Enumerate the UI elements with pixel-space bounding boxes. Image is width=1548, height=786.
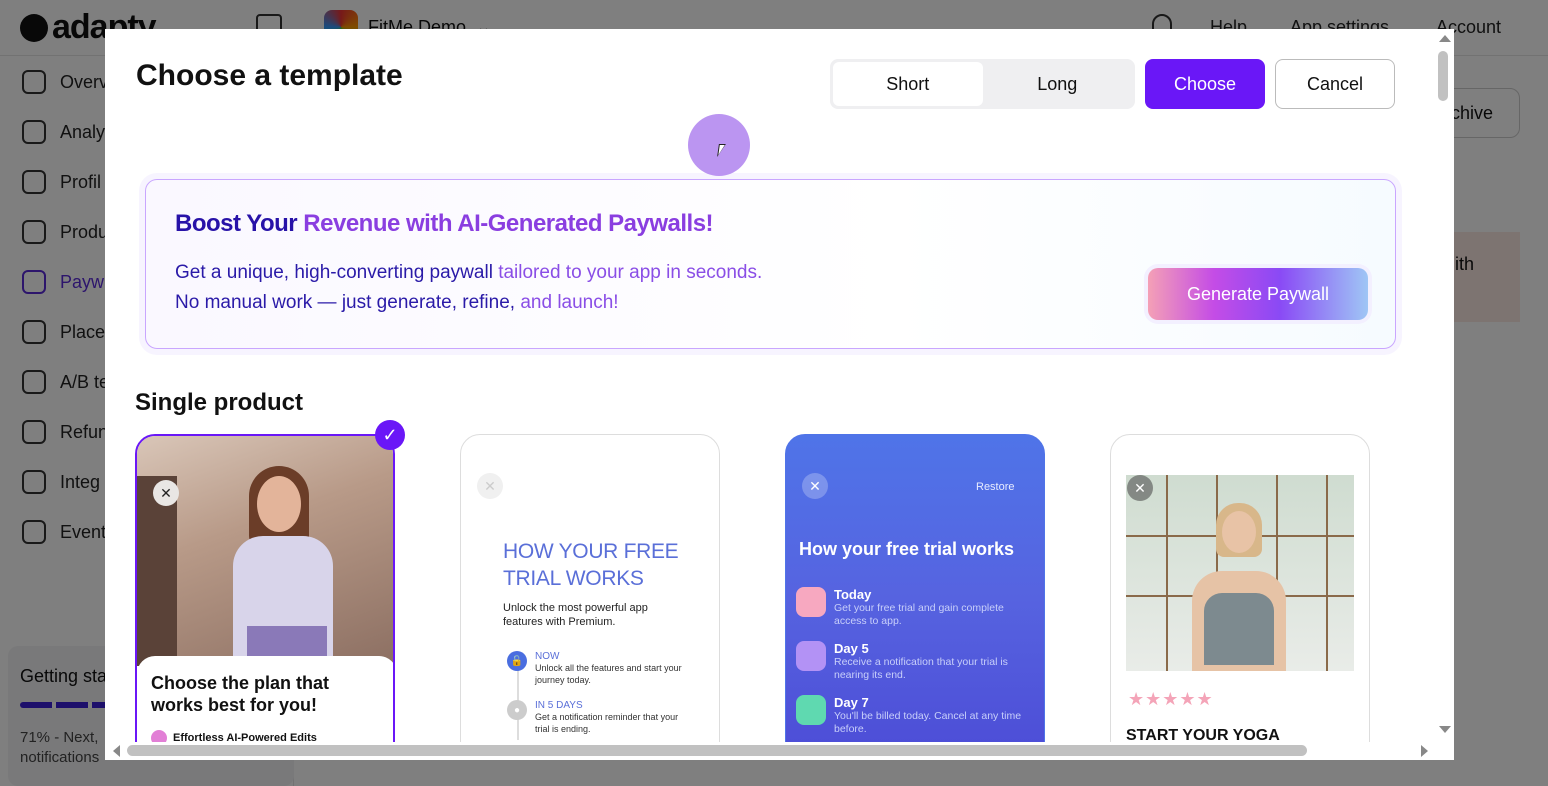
timeline-step: Today Get your free trial and gain comple… <box>796 587 1029 628</box>
template-card-title: Choose the plan that works best for you! <box>151 673 330 715</box>
section-title: Single product <box>135 389 303 416</box>
scrollbar-thumb[interactable] <box>1438 51 1448 101</box>
scroll-left-icon[interactable] <box>113 745 120 757</box>
close-icon: ✕ <box>153 480 179 506</box>
scroll-down-icon[interactable] <box>1439 726 1451 733</box>
scroll-up-icon[interactable] <box>1439 35 1451 42</box>
length-segmented-control: Short Long <box>830 59 1135 109</box>
segment-long[interactable]: Long <box>983 62 1133 106</box>
template-preview-image <box>137 436 393 666</box>
selected-check-icon: ✓ <box>375 420 405 450</box>
close-icon: ✕ <box>1127 475 1153 501</box>
restore-link: Restore <box>976 481 1015 493</box>
timeline-step: Day 5 Receive a notification that your tr… <box>796 641 1029 682</box>
template-card-title: HOW YOUR FREE TRIAL WORKS <box>503 540 679 590</box>
card-icon <box>796 695 826 725</box>
cancel-button[interactable]: Cancel <box>1275 59 1395 109</box>
generate-paywall-button[interactable]: Generate Paywall <box>1148 268 1368 320</box>
dialog-title: Choose a template <box>136 59 403 92</box>
horizontal-scrollbar[interactable] <box>105 742 1435 760</box>
choose-template-dialog: Choose a template Short Long Choose Canc… <box>105 29 1454 760</box>
bell-icon <box>796 641 826 671</box>
template-card-4[interactable]: ✕ ★★★★★ START YOUR YOGA <box>1110 434 1370 760</box>
ai-paywall-promo: Boost Your Revenue with AI-Generated Pay… <box>145 179 1396 349</box>
template-preview-image <box>1126 475 1354 671</box>
lock-icon: 🔓 <box>507 651 527 671</box>
bell-icon: ● <box>507 700 527 720</box>
promo-line-1: Get a unique, high-converting paywall ta… <box>175 262 763 283</box>
choose-button[interactable]: Choose <box>1145 59 1265 109</box>
close-icon: ✕ <box>802 473 828 499</box>
timeline-step: ● IN 5 DAYS Get a notification reminder t… <box>507 700 685 735</box>
rating-stars-icon: ★★★★★ <box>1128 689 1214 709</box>
close-icon: ✕ <box>477 473 503 499</box>
segment-short[interactable]: Short <box>833 62 983 106</box>
scroll-right-icon[interactable] <box>1421 745 1428 757</box>
template-card-2[interactable]: ✕ HOW YOUR FREE TRIAL WORKS Unlock the mo… <box>460 434 720 760</box>
timeline-step: Day 7 You'll be billed today. Cancel at a… <box>796 695 1029 736</box>
promo-title: Boost Your Revenue with AI-Generated Pay… <box>175 210 714 237</box>
scrollbar-thumb[interactable] <box>127 745 1307 756</box>
template-card-3[interactable]: ✕ Restore How your free trial works Toda… <box>785 434 1045 760</box>
template-card-subtitle: Unlock the most powerful app features wi… <box>503 602 648 628</box>
gift-icon <box>796 587 826 617</box>
timeline-step: 🔓 NOW Unlock all the features and start y… <box>507 651 685 686</box>
template-card-1[interactable]: ✕ Choose the plan that works best for yo… <box>135 434 395 760</box>
template-card-title: How your free trial works <box>799 539 1015 559</box>
promo-line-2: No manual work — just generate, refine, … <box>175 292 619 313</box>
vertical-scrollbar[interactable] <box>1435 29 1454 744</box>
